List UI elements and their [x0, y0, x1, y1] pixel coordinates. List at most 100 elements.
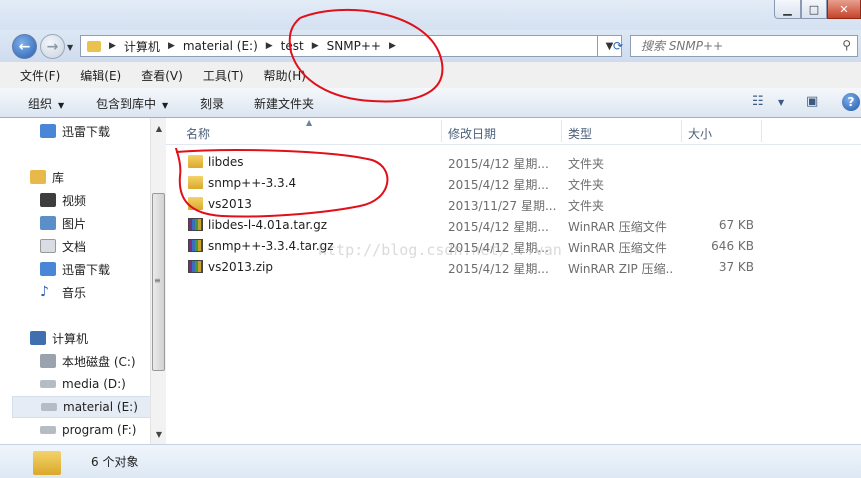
- burn-button[interactable]: 刻录: [200, 95, 224, 112]
- back-arrow-icon: ←: [18, 38, 31, 55]
- archive-icon: [188, 218, 203, 231]
- file-name: vs2013: [208, 197, 252, 211]
- document-icon: [40, 239, 56, 253]
- new-folder-button[interactable]: 新建文件夹: [254, 95, 314, 112]
- column-name[interactable]: 名称: [186, 125, 210, 142]
- file-date: 2015/4/12 星期...: [448, 262, 549, 276]
- back-button[interactable]: ←: [12, 34, 37, 59]
- help-icon[interactable]: ?: [842, 93, 860, 111]
- navigation-pane: 迅雷下载 库 视频 图片 文档 迅雷下载 ♪ 音乐 计算机 本地磁盘 (C:) …: [0, 118, 154, 444]
- nav-item-label: 库: [52, 170, 65, 185]
- nav-item-label: 本地磁盘 (C:): [62, 354, 136, 369]
- breadcrumb-snmp[interactable]: SNMP++: [327, 39, 381, 53]
- search-input[interactable]: [631, 38, 843, 54]
- column-header-row: ▲ 名称 修改日期 类型 大小: [166, 118, 861, 145]
- include-in-library-button[interactable]: 包含到库中 ▼: [96, 95, 168, 112]
- chevron-right-icon[interactable]: ▶: [109, 41, 116, 51]
- file-type: WinRAR 压缩文件: [568, 241, 667, 255]
- file-size: 37 KB: [718, 260, 754, 274]
- column-divider[interactable]: [561, 120, 562, 142]
- file-row[interactable]: vs2013.zip 2015/4/12 星期... WinRAR ZIP 压缩…: [166, 257, 861, 278]
- view-options-icon[interactable]: ☷: [752, 94, 764, 109]
- command-bar: 组织 ▼ 包含到库中 ▼ 刻录 新建文件夹 ☷ ▼ ▣ ?: [0, 88, 861, 118]
- file-type: 文件夹: [568, 199, 605, 213]
- nav-item-drive-d[interactable]: media (D:): [0, 373, 150, 395]
- chevron-down-icon: ▼: [58, 101, 65, 110]
- nav-item-libraries[interactable]: 库: [0, 166, 150, 188]
- file-type: WinRAR 压缩文件: [568, 220, 667, 234]
- scroll-down-icon[interactable]: ▼: [151, 426, 167, 442]
- view-dropdown[interactable]: ▼: [778, 98, 784, 107]
- nav-item-drive-e[interactable]: material (E:): [12, 396, 154, 418]
- column-divider[interactable]: [761, 120, 762, 142]
- file-date: 2015/4/12 星期...: [448, 178, 549, 192]
- search-box[interactable]: ⚲: [630, 35, 858, 57]
- menu-edit[interactable]: 编辑(E): [80, 67, 121, 84]
- sort-ascending-icon: ▲: [306, 118, 313, 127]
- file-name: vs2013.zip: [208, 260, 273, 274]
- preview-pane-icon[interactable]: ▣: [806, 94, 818, 109]
- column-divider[interactable]: [681, 120, 682, 142]
- organize-button[interactable]: 组织 ▼: [28, 95, 64, 112]
- search-icon[interactable]: ⚲: [842, 38, 851, 52]
- breadcrumb-test[interactable]: test: [281, 39, 304, 53]
- file-type: 文件夹: [568, 157, 605, 171]
- nav-item-computer[interactable]: 计算机: [0, 327, 150, 349]
- organize-label: 组织: [28, 97, 53, 111]
- nav-item-music[interactable]: ♪ 音乐: [0, 281, 150, 303]
- chevron-right-icon[interactable]: ▶: [312, 41, 319, 51]
- file-date: 2015/4/12 星期...: [448, 241, 549, 255]
- file-size: 646 KB: [711, 239, 754, 253]
- forward-button[interactable]: →: [40, 34, 65, 59]
- scroll-up-icon[interactable]: ▲: [151, 120, 167, 136]
- file-row[interactable]: libdes 2015/4/12 星期... 文件夹: [166, 152, 861, 173]
- archive-icon: [188, 260, 203, 273]
- folder-icon: [188, 155, 203, 168]
- drive-icon: [41, 403, 57, 411]
- file-row[interactable]: snmp++-3.3.4 2015/4/12 星期... 文件夹: [166, 173, 861, 194]
- nav-item-videos[interactable]: 视频: [0, 189, 150, 211]
- file-row[interactable]: vs2013 2013/11/27 星期... 文件夹: [166, 194, 861, 215]
- menu-help[interactable]: 帮助(H): [264, 67, 306, 84]
- chevron-right-icon[interactable]: ▶: [168, 41, 175, 51]
- item-count: 6 个对象: [91, 455, 139, 469]
- download-icon: [40, 124, 56, 138]
- close-icon: ✕: [839, 2, 849, 16]
- column-type[interactable]: 类型: [568, 125, 592, 142]
- recent-pages-dropdown[interactable]: ▼: [67, 43, 73, 52]
- breadcrumb-computer[interactable]: 计算机: [124, 38, 160, 55]
- close-button[interactable]: ✕: [827, 0, 861, 19]
- menu-file[interactable]: 文件(F): [20, 67, 60, 84]
- drive-icon: [40, 426, 56, 434]
- address-bar[interactable]: ▶ 计算机 ▶ material (E:) ▶ test ▶ SNMP++ ▶: [80, 35, 598, 57]
- drive-icon: [40, 354, 56, 368]
- nav-item-drive-f[interactable]: program (F:): [0, 419, 150, 441]
- column-divider[interactable]: [441, 120, 442, 142]
- folder-icon: [33, 451, 61, 475]
- nav-item-thunder-download[interactable]: 迅雷下载: [0, 120, 150, 142]
- refresh-icon[interactable]: ⟳: [608, 35, 628, 57]
- file-name: libdes: [208, 155, 244, 169]
- nav-item-drive-c[interactable]: 本地磁盘 (C:): [0, 350, 150, 372]
- nav-item-label: 迅雷下载: [62, 124, 111, 139]
- maximize-button[interactable]: □: [801, 0, 827, 19]
- nav-item-documents[interactable]: 文档: [0, 235, 150, 257]
- column-date-modified[interactable]: 修改日期: [448, 125, 496, 142]
- chevron-right-icon[interactable]: ▶: [266, 41, 273, 51]
- breadcrumb-drive[interactable]: material (E:): [183, 39, 258, 53]
- file-row[interactable]: snmp++-3.3.4.tar.gz 2015/4/12 星期... WinR…: [166, 236, 861, 257]
- menu-tools[interactable]: 工具(T): [203, 67, 244, 84]
- menu-view[interactable]: 查看(V): [141, 67, 183, 84]
- minimize-icon: ▁: [783, 2, 792, 16]
- drive-icon: [40, 380, 56, 388]
- nav-item-label: 音乐: [62, 285, 87, 300]
- navigation-scrollbar[interactable]: ▲ ≡ ▼: [150, 118, 167, 444]
- column-size[interactable]: 大小: [688, 125, 712, 142]
- chevron-right-icon[interactable]: ▶: [389, 41, 396, 51]
- file-row[interactable]: libdes-l-4.01a.tar.gz 2015/4/12 星期... Wi…: [166, 215, 861, 236]
- library-icon: [30, 170, 46, 184]
- minimize-button[interactable]: ▁: [774, 0, 801, 19]
- nav-item-thunder-download-2[interactable]: 迅雷下载: [0, 258, 150, 280]
- file-date: 2015/4/12 星期...: [448, 220, 549, 234]
- nav-item-pictures[interactable]: 图片: [0, 212, 150, 234]
